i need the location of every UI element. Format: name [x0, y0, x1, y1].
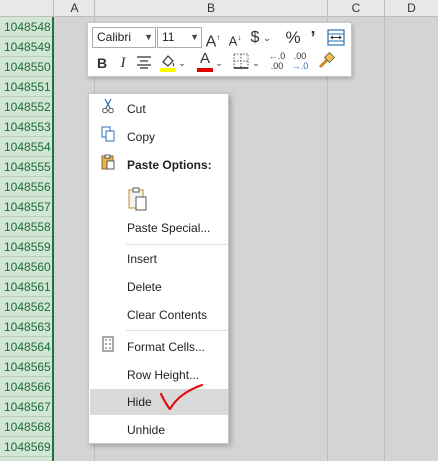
mini-toolbar: Calibri ▼ 11 ▼ A↑ A↓ $ ⌄ % ’ B I ⌄ A ⌄ ⌄… [87, 22, 352, 77]
format-painter-icon[interactable] [316, 51, 336, 72]
shrink-font-button[interactable]: A↓ [226, 28, 244, 48]
font-name-combo[interactable]: Calibri ▼ [92, 27, 156, 48]
currency-button[interactable]: $ [248, 28, 262, 48]
row-header[interactable]: 1048554 [0, 137, 52, 157]
align-center-icon[interactable] [135, 54, 153, 74]
chevron-down-icon: ▼ [190, 32, 199, 42]
column-header-a[interactable]: A [55, 0, 95, 16]
copy-icon [100, 124, 116, 150]
row-header[interactable]: 1048561 [0, 277, 52, 297]
comma-style-button[interactable]: ’ [307, 28, 319, 48]
menu-label: Unhide [127, 423, 166, 437]
chevron-down-icon[interactable]: ⌄ [215, 53, 223, 73]
percent-button[interactable]: % [284, 28, 302, 48]
bold-button[interactable]: B [95, 53, 109, 73]
menu-label: Cut [127, 102, 146, 116]
menu-item-clear-contents[interactable]: Clear Contents [90, 302, 228, 328]
increase-decimal-button[interactable]: ←.0 .00 [266, 51, 288, 71]
row-header[interactable]: 1048558 [0, 217, 52, 237]
row-header[interactable]: 1048550 [0, 57, 52, 77]
row-header[interactable]: 1048556 [0, 177, 52, 197]
chevron-down-icon: ▼ [144, 32, 153, 42]
italic-button[interactable]: I [117, 53, 129, 73]
scissors-icon [100, 96, 116, 122]
highlight-fill-icon[interactable] [159, 52, 177, 72]
chevron-down-icon[interactable]: ⌄ [262, 28, 272, 48]
select-all-corner[interactable] [0, 0, 54, 16]
row-header[interactable]: 1048563 [0, 317, 52, 337]
row-header[interactable]: 1048553 [0, 117, 52, 137]
merge-center-icon[interactable] [326, 29, 346, 49]
menu-label: Paste Options: [127, 158, 212, 172]
chevron-down-icon[interactable]: ⌄ [252, 53, 260, 73]
column-header-d[interactable]: D [385, 0, 438, 16]
borders-icon[interactable] [232, 53, 250, 73]
row-header-bar: 1048548 1048549 1048550 1048551 1048552 … [0, 17, 54, 461]
menu-label: Copy [127, 130, 156, 144]
font-size-combo[interactable]: 11 ▼ [157, 27, 202, 48]
menu-item-format-cells[interactable]: Format Cells... [90, 334, 228, 360]
paste-icon [100, 152, 116, 178]
menu-item-cut[interactable]: Cut [90, 96, 228, 122]
chevron-down-icon[interactable]: ⌄ [178, 53, 186, 73]
checkmark-annotation-icon [159, 383, 204, 411]
column-header-bar: A B C D [0, 0, 438, 17]
grow-font-button[interactable]: A↑ [204, 28, 222, 50]
row-header[interactable]: 1048555 [0, 157, 52, 177]
menu-item-unhide[interactable]: Unhide [90, 417, 228, 443]
menu-label: Format Cells... [127, 340, 206, 354]
column-header-b[interactable]: B [95, 0, 328, 16]
menu-item-delete[interactable]: Delete [90, 274, 228, 300]
row-header[interactable]: 1048548 [0, 17, 52, 37]
menu-label: Hide [127, 395, 152, 409]
menu-item-insert[interactable]: Insert [90, 246, 228, 272]
column-header-c[interactable]: C [328, 0, 385, 16]
row-header[interactable]: 1048562 [0, 297, 52, 317]
row-header[interactable]: 1048549 [0, 37, 52, 57]
menu-separator [126, 244, 229, 245]
row-header[interactable]: 1048569 [0, 437, 52, 457]
row-header[interactable]: 1048568 [0, 417, 52, 437]
menu-item-paste-options: Paste Options: [90, 152, 228, 178]
menu-label: Delete [127, 280, 162, 294]
menu-label: Row Height... [127, 368, 200, 382]
row-header[interactable]: 1048552 [0, 97, 52, 117]
format-cells-icon [100, 334, 116, 360]
menu-label: Clear Contents [127, 308, 208, 322]
row-header[interactable]: 1048564 [0, 337, 52, 357]
row-header[interactable]: 1048551 [0, 77, 52, 97]
menu-item-copy[interactable]: Copy [90, 124, 228, 150]
row-header[interactable]: 1048567 [0, 397, 52, 417]
row-header[interactable]: 1048566 [0, 377, 52, 397]
paste-option-button[interactable] [90, 182, 228, 216]
menu-separator [126, 330, 229, 331]
row-header[interactable]: 1048565 [0, 357, 52, 377]
font-color-button[interactable]: A [197, 51, 213, 72]
row-header[interactable]: 1048559 [0, 237, 52, 257]
menu-label: Paste Special... [127, 221, 211, 235]
menu-label: Insert [127, 252, 158, 266]
row-header[interactable]: 1048560 [0, 257, 52, 277]
font-name-value: Calibri [97, 30, 132, 44]
decrease-decimal-button[interactable]: .00 →.0 [289, 51, 311, 71]
row-header[interactable]: 1048557 [0, 197, 52, 217]
menu-item-paste-special[interactable]: Paste Special... [90, 215, 228, 241]
font-size-value: 11 [162, 30, 175, 44]
